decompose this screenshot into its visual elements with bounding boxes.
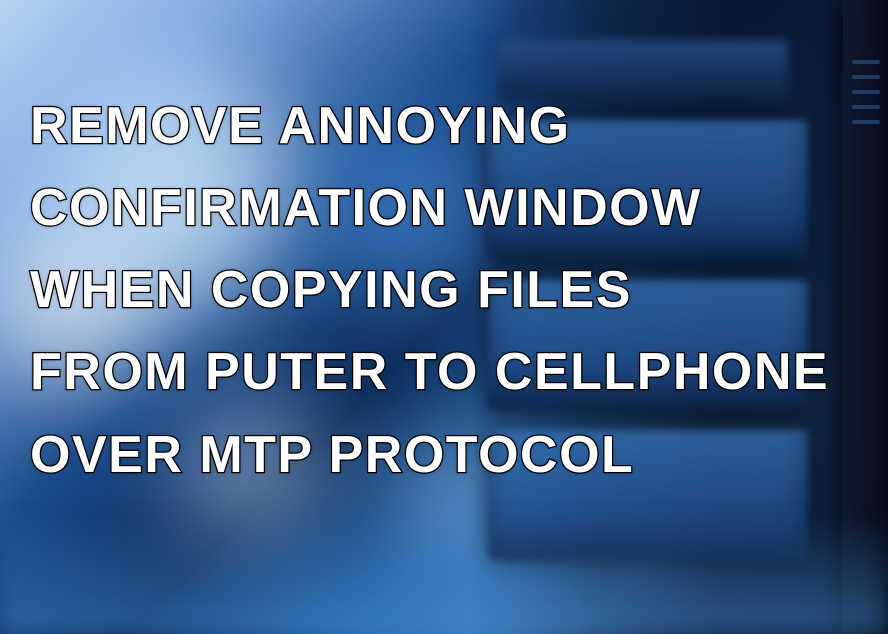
bottom-glow xyxy=(0,514,888,634)
headline-text: REMOVE ANNOYING CONFIRMATION WINDOW WHEN… xyxy=(30,85,858,496)
vent-slot xyxy=(852,60,880,64)
vent-slot xyxy=(852,75,880,79)
headline-container: REMOVE ANNOYING CONFIRMATION WINDOW WHEN… xyxy=(30,85,858,496)
